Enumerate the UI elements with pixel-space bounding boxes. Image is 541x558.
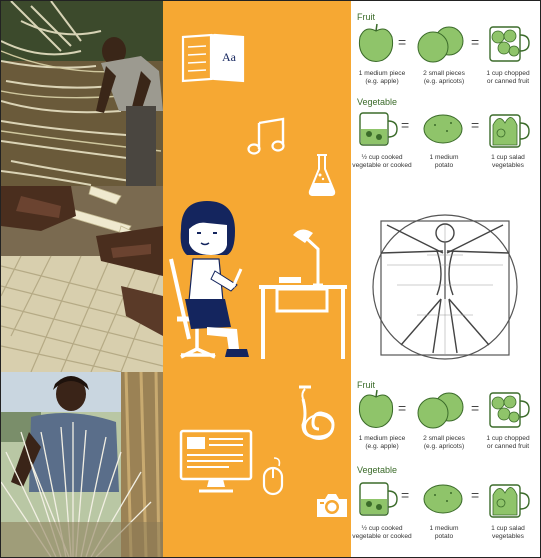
weaving-photo-column	[1, 1, 163, 557]
cup-chopped-fruit-icon	[489, 26, 530, 62]
cup-cooked-vegetable-icon	[359, 112, 398, 146]
apricots-icon	[417, 392, 464, 429]
photo-woman-weaving	[1, 372, 163, 557]
fruit-caption-3: 1 cup chopped or canned fruit	[486, 70, 530, 85]
apricots-icon	[417, 26, 464, 63]
illustration-panel: Aa	[163, 1, 351, 557]
book-icon-text: Aa	[222, 50, 237, 64]
equals-sign: =	[471, 400, 480, 416]
student-at-desk-illustration	[167, 199, 351, 368]
cup-cooked-vegetable-icon	[359, 482, 398, 516]
vegetable-title: Vegetable	[357, 465, 398, 475]
serving-guide-bottom: Fruit = = 1 medium piece (e.g. apple) 2 …	[351, 373, 540, 557]
photo-palm-leaf-gathering	[1, 1, 163, 186]
potato-icon	[423, 114, 463, 144]
vegetable-caption-1: ½ cup cooked vegetable or cooked	[352, 154, 412, 169]
nutrition-guide-column: Fruit = = 1 medium piece (e.g. apple) 2 …	[351, 1, 540, 557]
vegetable-caption-3: 1 cup salad vegetables	[491, 154, 525, 169]
fruit-title: Fruit	[357, 12, 375, 22]
fruit-caption-2: 2 small pieces (e.g. apricots)	[423, 70, 465, 85]
equals-sign: =	[398, 400, 407, 416]
vegetable-caption-3: 1 cup salad vegetables	[491, 525, 525, 540]
camera-icon	[315, 491, 349, 524]
vegetable-caption-2: 1 medium potato	[429, 154, 459, 169]
vitruvian-man-illustration	[357, 195, 533, 371]
vegetable-caption-1: ½ cup cooked vegetable or cooked	[352, 525, 412, 540]
fruit-caption-3: 1 cup chopped or canned fruit	[486, 435, 530, 450]
collage: Aa Fruit = = 1 medium piece (e.g. apple)…	[0, 0, 541, 558]
mouse-icon	[261, 456, 287, 501]
fruit-caption-2: 2 small pieces (e.g. apricots)	[423, 435, 465, 450]
photo-basket-weaving-hands	[1, 186, 163, 372]
book-icon: Aa	[180, 31, 246, 88]
equals-sign: =	[401, 487, 410, 503]
vegetable-title: Vegetable	[357, 97, 398, 107]
cup-salad-icon	[489, 114, 530, 148]
serving-guide-top: Fruit = = 1 medium piece (e.g. apple) 2 …	[351, 1, 540, 191]
apple-icon	[358, 389, 394, 428]
apple-icon	[358, 23, 394, 62]
computer-monitor-icon	[179, 429, 253, 500]
potato-icon	[423, 484, 463, 514]
flask-icon	[307, 153, 337, 202]
music-note-icon	[247, 117, 287, 160]
equals-sign: =	[471, 487, 480, 503]
equals-sign: =	[401, 117, 410, 133]
cup-chopped-fruit-icon	[489, 392, 530, 428]
fruit-caption-1: 1 medium piece (e.g. apple)	[358, 435, 406, 450]
horn-icon	[297, 385, 341, 448]
cup-salad-icon	[489, 484, 530, 518]
equals-sign: =	[398, 34, 407, 50]
equals-sign: =	[471, 117, 480, 133]
vegetable-caption-2: 1 medium potato	[429, 525, 459, 540]
equals-sign: =	[471, 34, 480, 50]
fruit-caption-1: 1 medium piece (e.g. apple)	[358, 70, 406, 85]
